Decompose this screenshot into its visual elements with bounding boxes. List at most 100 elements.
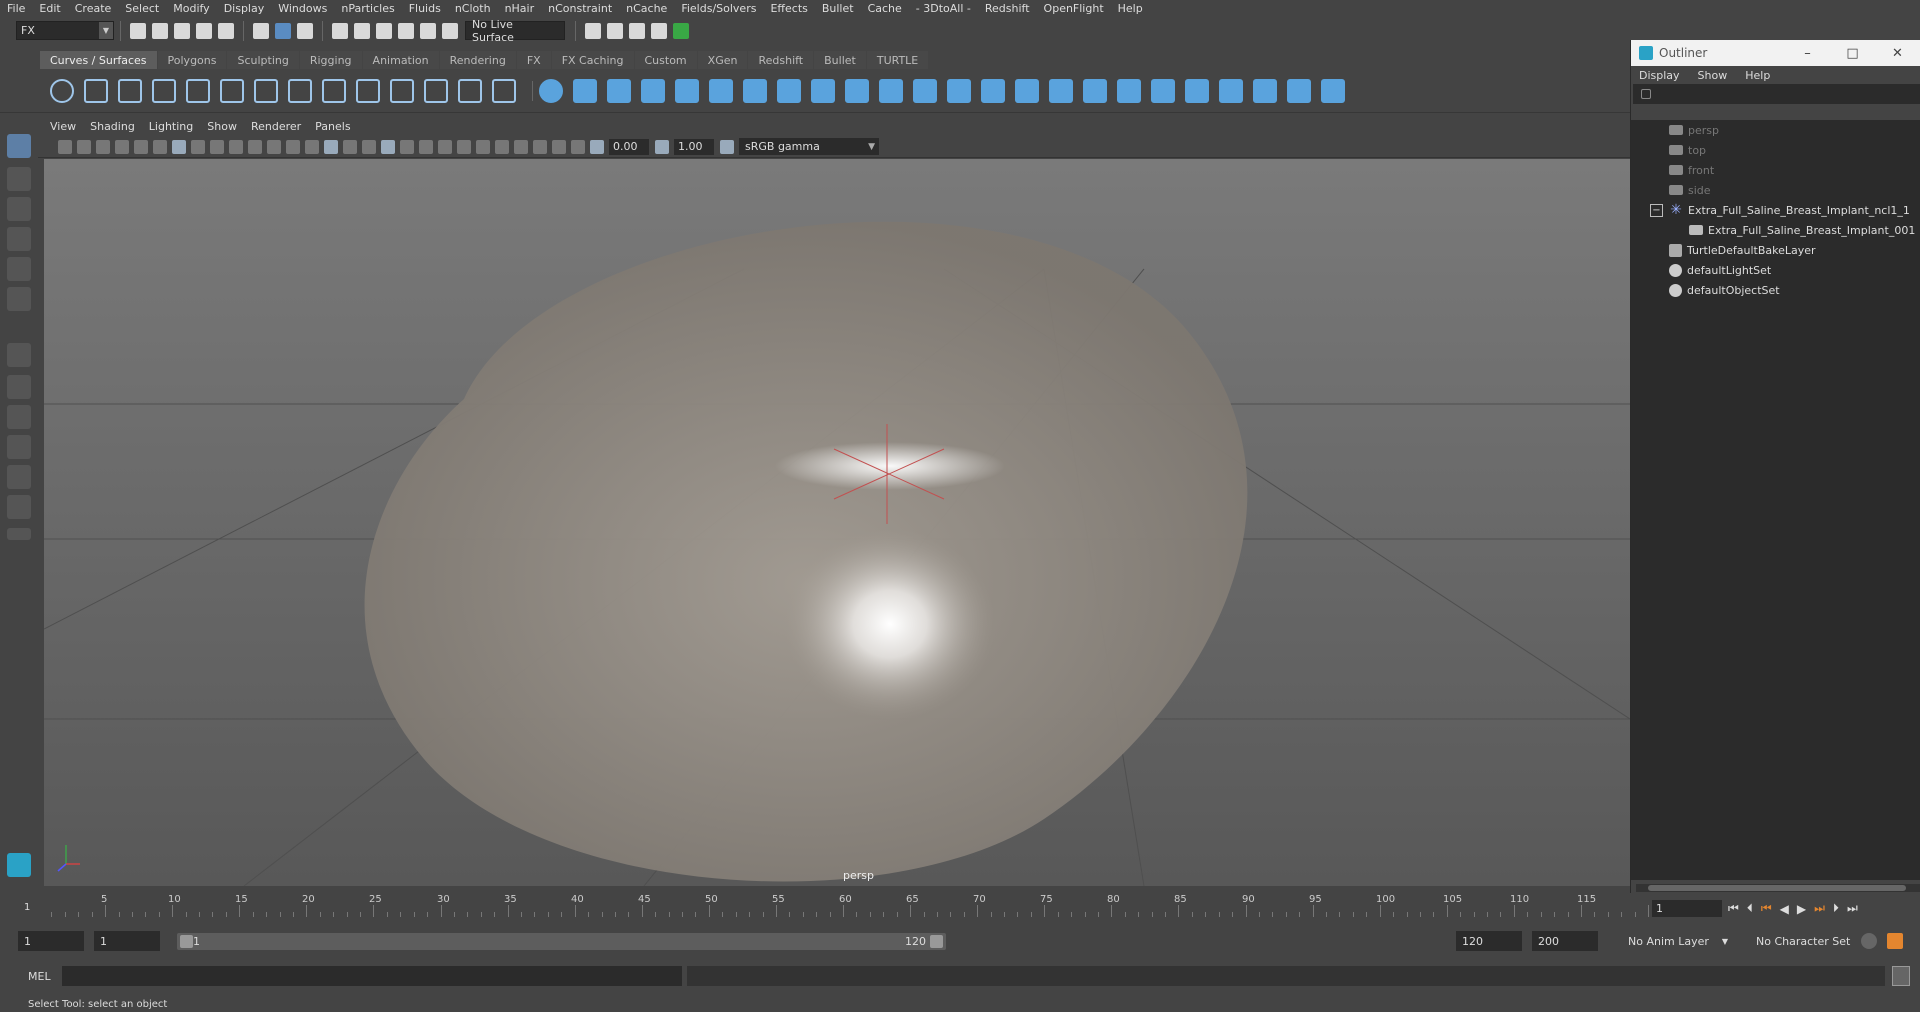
range-start-handle[interactable] [180, 935, 193, 948]
bookmark-icon[interactable] [96, 139, 110, 154]
depth-of-field-icon[interactable] [495, 139, 509, 154]
tab-bullet[interactable]: Bullet [814, 51, 866, 69]
planar-icon[interactable] [811, 78, 835, 103]
ipr-render-icon[interactable] [629, 22, 645, 39]
menu-fields-solvers[interactable]: Fields/Solvers [674, 2, 763, 15]
playback-start-field[interactable]: 1 [94, 931, 160, 951]
new-scene-icon[interactable] [130, 22, 146, 39]
nurbs-plane-icon[interactable] [675, 78, 699, 103]
field-chart-icon[interactable] [248, 139, 262, 154]
extrude-icon[interactable] [845, 78, 869, 103]
scale-tool-icon[interactable] [7, 287, 31, 311]
menu-nconstraint[interactable]: nConstraint [541, 2, 619, 15]
collapse-icon[interactable]: − [1650, 203, 1663, 217]
close-icon[interactable]: ✕ [1875, 46, 1920, 61]
isolate-select-icon[interactable] [514, 139, 528, 154]
use-all-lights-icon[interactable] [400, 139, 414, 154]
tab-curves-surfaces[interactable]: Curves / Surfaces [40, 51, 157, 69]
live-surface-field[interactable]: No Live Surface [465, 18, 565, 44]
select-hierarchy-icon[interactable] [253, 22, 269, 39]
stitch-icon[interactable] [1117, 78, 1141, 103]
attach-curve-icon[interactable] [288, 78, 312, 103]
menu-redshift[interactable]: Redshift [978, 2, 1037, 15]
render-settings-icon[interactable] [651, 22, 667, 39]
step-forward-key-icon[interactable]: ⏭ [1814, 901, 1825, 916]
render-view-icon[interactable] [585, 22, 601, 39]
panel-menu-renderer[interactable]: Renderer [251, 120, 301, 133]
menu-bullet[interactable]: Bullet [815, 2, 861, 15]
birail-icon[interactable] [879, 78, 903, 103]
multisample-aa-icon[interactable] [476, 139, 490, 154]
outliner-menu-show[interactable]: Show [1698, 69, 1728, 82]
animation-end-field[interactable]: 200 [1532, 931, 1598, 951]
xray-icon[interactable] [533, 139, 547, 154]
anim-preferences-icon[interactable] [1887, 933, 1903, 949]
make-live-icon[interactable] [442, 22, 458, 39]
script-editor-icon[interactable] [1892, 966, 1910, 986]
scrollbar-thumb[interactable] [1648, 885, 1906, 891]
nurbs-torus-icon[interactable] [709, 78, 733, 103]
range-slider[interactable]: 1 120 [177, 933, 946, 950]
menu-create[interactable]: Create [68, 2, 119, 15]
outliner-item-implant-mesh[interactable]: Extra_Full_Saline_Breast_Implant_001 [1631, 220, 1920, 240]
stacked-layout-icon[interactable] [7, 435, 31, 459]
grease-pencil-icon[interactable] [153, 139, 167, 154]
hypershade-icon[interactable] [673, 22, 689, 39]
tab-rigging[interactable]: Rigging [299, 51, 362, 69]
play-backwards-icon[interactable]: ◀ [1780, 902, 1789, 916]
nurbs-cube-icon[interactable] [573, 78, 597, 103]
untrim-icon[interactable] [1083, 78, 1107, 103]
paint-effects-icon[interactable] [1321, 78, 1345, 103]
play-forwards-icon[interactable]: ▶ [1797, 902, 1806, 916]
rebuild-curve-icon[interactable] [356, 78, 380, 103]
tab-xgen[interactable]: XGen [697, 51, 748, 69]
shadows-icon[interactable] [419, 139, 433, 154]
bezier-curve-icon[interactable] [220, 78, 244, 103]
outliner-layout-icon[interactable] [7, 465, 31, 489]
menu-fluids[interactable]: Fluids [402, 2, 448, 15]
snap-grid-icon[interactable] [332, 22, 348, 39]
step-forward-frame-icon[interactable]: ⏵ [1833, 901, 1839, 916]
color-management-icon[interactable] [720, 139, 734, 154]
tab-fx-caching[interactable]: FX Caching [551, 51, 634, 69]
undo-icon[interactable] [196, 22, 212, 39]
nurbs-square-icon[interactable] [84, 78, 108, 103]
camera-attributes-icon[interactable] [77, 139, 91, 154]
xray-joints-icon[interactable] [552, 139, 566, 154]
resolution-gate-icon[interactable] [210, 139, 224, 154]
paint-select-tool-icon[interactable] [7, 197, 31, 221]
2d-pan-zoom-icon[interactable] [134, 139, 148, 154]
nurbs-sphere-icon[interactable] [539, 78, 563, 103]
anim-layer-dropdown[interactable]: No Anim Layer ▼ [1622, 931, 1732, 951]
select-tool-icon[interactable] [7, 134, 31, 158]
project-curve-icon[interactable] [1015, 78, 1039, 103]
exposure-field[interactable]: 0.00 [609, 138, 649, 155]
outliner-item-default-object-set[interactable]: defaultObjectSet [1631, 280, 1920, 300]
safe-action-icon[interactable] [267, 139, 281, 154]
boundary-icon[interactable] [947, 78, 971, 103]
menu-display[interactable]: Display [217, 2, 272, 15]
layout-more-icon[interactable] [7, 528, 31, 540]
single-perspective-layout-icon[interactable] [7, 343, 31, 367]
outliner-item-front[interactable]: front [1631, 160, 1920, 180]
nurbs-cylinder-icon[interactable] [607, 78, 631, 103]
go-to-end-icon[interactable]: ⏭ [1847, 901, 1858, 916]
xray-components-icon[interactable] [571, 139, 585, 154]
menu-windows[interactable]: Windows [271, 2, 334, 15]
tab-rendering[interactable]: Rendering [439, 51, 516, 69]
open-scene-icon[interactable] [152, 22, 168, 39]
snap-curve-icon[interactable] [354, 22, 370, 39]
extend-surface-icon[interactable] [1253, 78, 1277, 103]
menu-openflight[interactable]: OpenFlight [1037, 2, 1111, 15]
range-end-handle[interactable] [930, 935, 943, 948]
tab-turtle[interactable]: TURTLE [866, 51, 929, 69]
outliner-search-input[interactable] [1633, 84, 1920, 104]
view-transform-dropdown[interactable]: sRGB gamma ▼ [739, 138, 879, 155]
gate-mask-icon[interactable] [229, 139, 243, 154]
outliner-item-persp[interactable]: persp [1631, 120, 1920, 140]
menu-select[interactable]: Select [118, 2, 166, 15]
script-language-toggle[interactable]: MEL [18, 967, 58, 985]
fillet-curve-icon[interactable] [424, 78, 448, 103]
outliner-item-default-light-set[interactable]: defaultLightSet [1631, 260, 1920, 280]
gamma-icon[interactable] [655, 139, 669, 154]
